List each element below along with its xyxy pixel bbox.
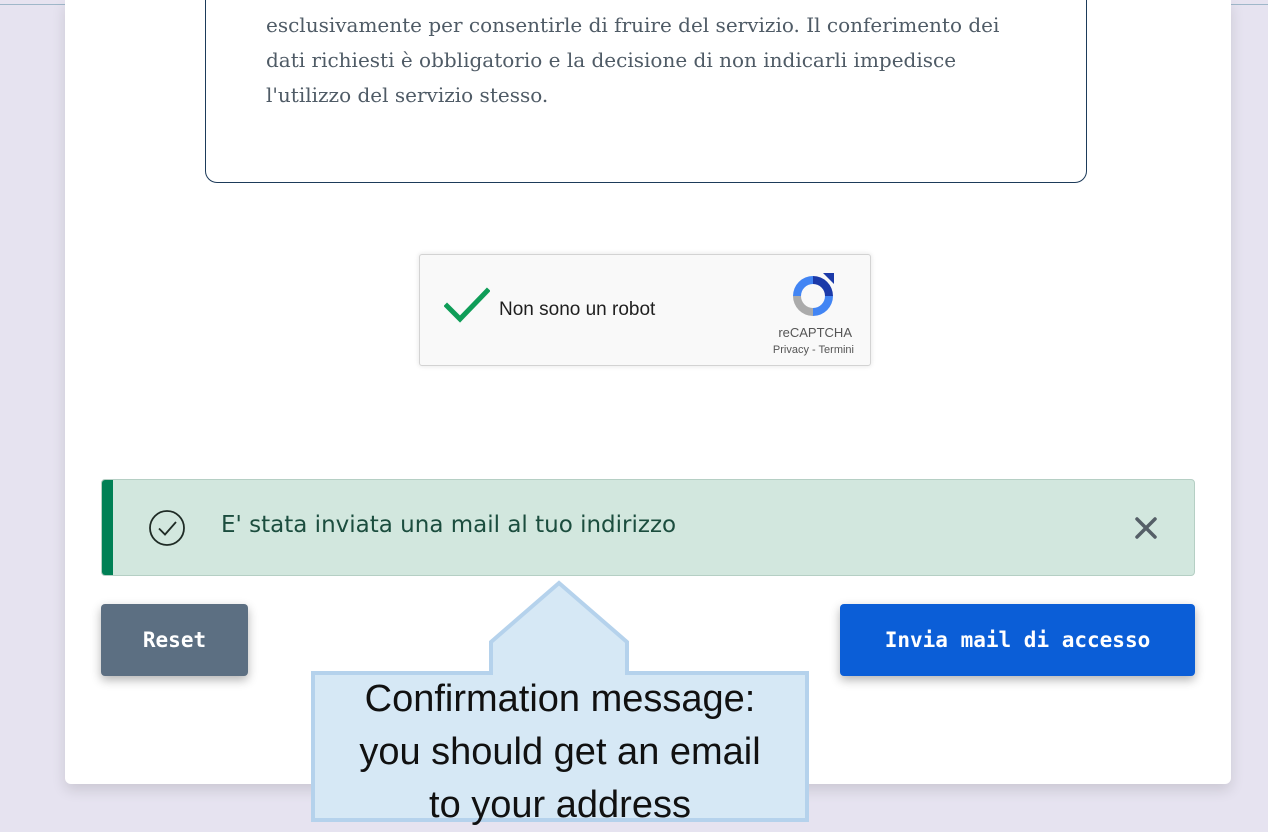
callout-text: Confirmation message: you should get an …	[313, 673, 807, 832]
callout-line: to your address	[429, 784, 691, 826]
callout-line: Confirmation message:	[364, 678, 756, 720]
callout-line: you should get an email	[359, 731, 761, 773]
